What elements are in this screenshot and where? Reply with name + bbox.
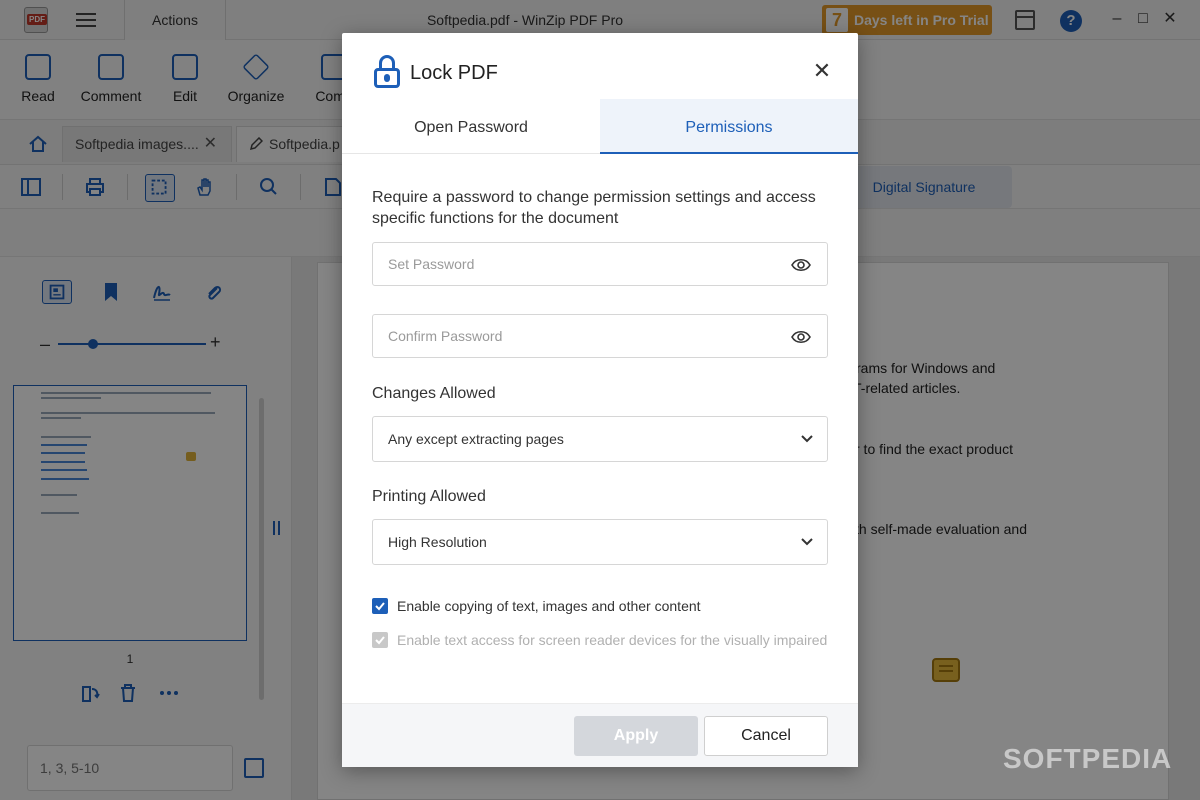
- printing-allowed-value: High Resolution: [388, 534, 487, 550]
- dialog-title: Lock PDF: [410, 62, 498, 84]
- enable-copying-checkbox[interactable]: [372, 598, 388, 614]
- changes-allowed-value: Any except extracting pages: [388, 431, 564, 447]
- changes-allowed-label: Changes Allowed: [372, 385, 496, 402]
- screen-reader-label: Enable text access for screen reader dev…: [397, 632, 828, 648]
- chevron-down-icon: [801, 538, 813, 546]
- apply-button[interactable]: Apply: [574, 716, 698, 756]
- eye-icon[interactable]: [791, 256, 811, 274]
- dialog-footer: Apply Cancel: [342, 703, 858, 767]
- set-password-field[interactable]: [372, 242, 828, 286]
- confirm-password-input[interactable]: [373, 315, 773, 357]
- cancel-button[interactable]: Cancel: [704, 716, 828, 756]
- chevron-down-icon: [801, 435, 813, 443]
- confirm-password-field[interactable]: [372, 314, 828, 358]
- lock-pdf-dialog: Lock PDF ✕ Open Password Permissions Req…: [342, 33, 858, 767]
- eye-icon[interactable]: [791, 328, 811, 346]
- set-password-input[interactable]: [373, 243, 773, 285]
- permissions-description: Require a password to change permission …: [372, 189, 816, 227]
- tab-permissions[interactable]: Permissions: [600, 99, 858, 154]
- changes-allowed-select[interactable]: Any except extracting pages: [372, 416, 828, 462]
- printing-allowed-select[interactable]: High Resolution: [372, 519, 828, 565]
- dialog-tabs: Open Password Permissions: [342, 99, 858, 154]
- tab-open-password[interactable]: Open Password: [342, 99, 600, 154]
- enable-copying-label: Enable copying of text, images and other…: [397, 598, 701, 614]
- lock-icon: [374, 55, 400, 89]
- screen-reader-checkbox: [372, 632, 388, 648]
- softpedia-watermark: SOFTPEDIA: [1003, 743, 1173, 774]
- close-icon[interactable]: ✕: [812, 59, 832, 83]
- printing-allowed-label: Printing Allowed: [372, 488, 486, 505]
